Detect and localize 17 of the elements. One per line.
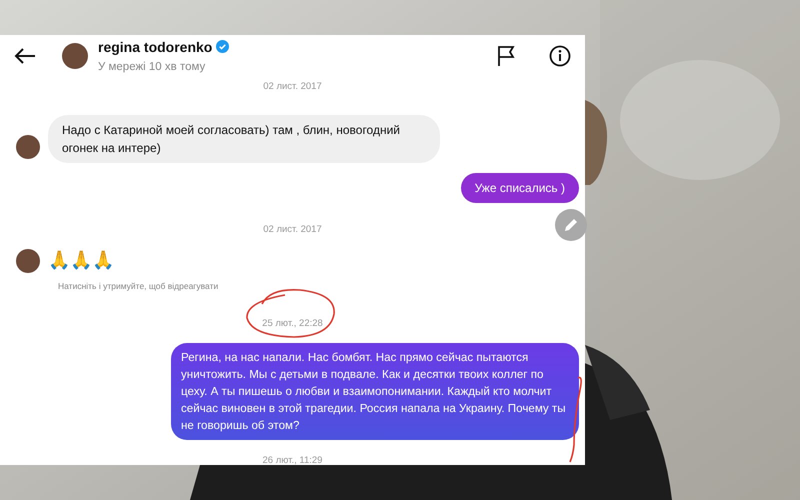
date-separator: 02 лист. 2017 [263, 80, 322, 94]
avatar[interactable] [16, 134, 40, 158]
avatar[interactable] [62, 42, 88, 69]
back-icon[interactable] [14, 48, 36, 64]
date-separator: 02 лист. 2017 [263, 222, 322, 236]
message-bubble[interactable]: Уже списались ) [460, 172, 579, 202]
pencil-icon [563, 217, 579, 233]
avatar[interactable] [16, 248, 40, 273]
online-status: У мережі 10 хв тому [98, 60, 206, 75]
message-bubble[interactable]: Регина, на нас напали. Нас бомбят. Нас прямо сейчас пытаются уничтожить. Мы с детьми в подвале. Как и десятки твоих коллег по цеху. А ты пишешь о любви и взаимопонимании. Каждый кто молчит сейчас виновен в этой трагедии. Россия напала на Украину. Почему ты не говоришь об этом? [171, 343, 579, 440]
message-bubble[interactable]: Надо с Катариной моей согласовать) там , блин, новогодний огонек на интере) [48, 114, 440, 162]
flag-icon[interactable] [497, 46, 515, 66]
date-separator: 26 лют., 11:29 [262, 454, 322, 468]
reaction-hint: Натисніть і утримуйте, щоб відреагувати [58, 280, 218, 291]
username: regina todorenko [98, 38, 212, 57]
info-icon[interactable] [549, 44, 571, 67]
date-separator: 25 лют., 22:28 [262, 316, 323, 331]
